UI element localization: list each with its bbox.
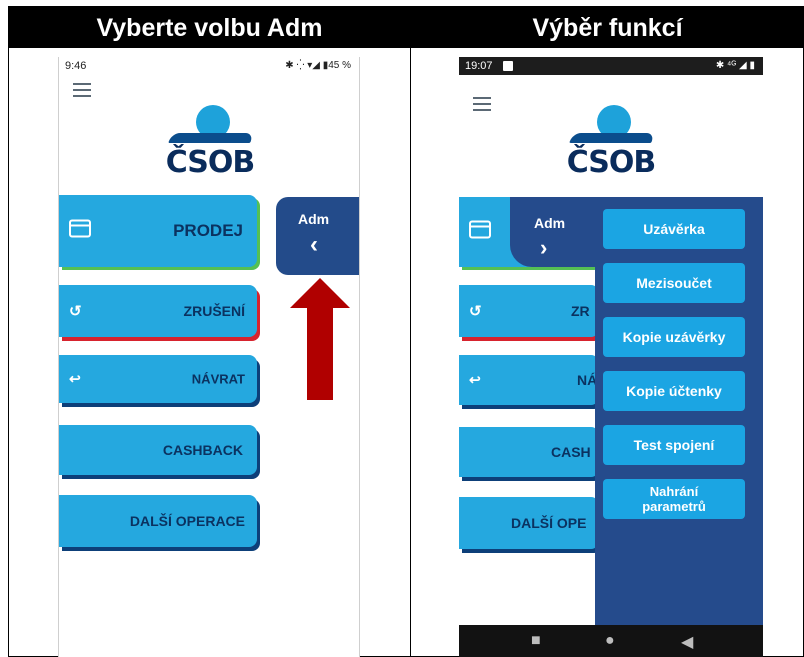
card-icon: [469, 220, 491, 244]
back-arrow-icon: ↩: [469, 371, 481, 388]
dalsi-operace-label: DALŠÍ OPE: [511, 515, 587, 531]
logo-text: ČSOB: [165, 145, 256, 180]
zruseni-label: ZRUŠENÍ: [183, 303, 245, 319]
cashback-button[interactable]: CASH: [459, 427, 599, 477]
logo-text: ČSOB: [566, 145, 657, 180]
notification-icon: [503, 61, 513, 71]
dalsi-operace-label: DALŠÍ OPERACE: [129, 513, 245, 529]
chevron-right-icon: ›: [540, 235, 548, 260]
status-time: 9:46: [65, 60, 87, 72]
uzaverka-button[interactable]: Uzávěrka: [603, 209, 745, 249]
cashback-label: CASHBACK: [162, 442, 243, 458]
cashback-label: CASH: [551, 444, 591, 460]
navrat-button[interactable]: ↩ NÁ: [459, 355, 599, 405]
red-arrow-icon: [290, 278, 350, 400]
home-icon[interactable]: ●: [605, 632, 615, 650]
back-arrow-icon: ↩: [69, 370, 81, 387]
prodej-button[interactable]: PRODEJ: [59, 195, 257, 267]
zruseni-button[interactable]: ↺ ZR: [459, 285, 599, 337]
chevron-left-icon: ‹: [310, 231, 318, 258]
nahrani-parametru-button[interactable]: Nahrání parametrů: [603, 479, 745, 519]
android-nav-bar: ■ ● ◀: [459, 625, 763, 657]
test-spojeni-button[interactable]: Test spojení: [603, 425, 745, 465]
adm-label: Adm: [298, 211, 330, 227]
adm-label: Adm: [534, 215, 566, 231]
status-icons: ✱ ⁛ ▾◢ ▮45 %: [285, 60, 351, 71]
dalsi-operace-button[interactable]: DALŠÍ OPERACE: [59, 495, 257, 547]
status-time: 19:07: [465, 60, 493, 72]
recents-icon[interactable]: ■: [531, 632, 541, 650]
right-header: Výběr funkcí: [532, 14, 683, 42]
cashback-button[interactable]: CASHBACK: [59, 425, 257, 475]
kopie-uzaverky-button[interactable]: Kopie uzávěrky: [603, 317, 745, 357]
kopie-uctenky-button[interactable]: Kopie účtenky: [603, 371, 745, 411]
hamburger-icon[interactable]: [473, 97, 491, 115]
prodej-label: PRODEJ: [173, 221, 243, 240]
column-divider: [410, 48, 411, 657]
adm-tab[interactable]: Adm ‹: [276, 197, 359, 275]
status-bar: 9:46 ✱ ⁛ ▾◢ ▮45 %: [59, 57, 359, 75]
navrat-button[interactable]: ↩ NÁVRAT: [59, 355, 257, 403]
status-icons: ✱ ⁴ᴳ ◢ ▮: [715, 60, 755, 71]
phone-screen-right: 19:07 ✱ ⁴ᴳ ◢ ▮ ČSOB ↺ ZR ↩ NÁ CASH DALŠÍ…: [459, 57, 763, 657]
back-icon[interactable]: ◀: [681, 632, 693, 652]
undo-icon: ↺: [469, 303, 482, 320]
undo-icon: ↺: [69, 303, 82, 320]
status-bar: 19:07 ✱ ⁴ᴳ ◢ ▮: [459, 57, 763, 75]
csob-logo: ČSOB: [561, 105, 661, 185]
hamburger-icon[interactable]: [73, 83, 91, 101]
dalsi-operace-button[interactable]: DALŠÍ OPE: [459, 497, 599, 549]
zruseni-button[interactable]: ↺ ZRUŠENÍ: [59, 285, 257, 337]
left-header: Vyberte volbu Adm: [96, 14, 323, 42]
adm-menu-panel: Uzávěrka Mezisoučet Kopie uzávěrky Kopie…: [595, 197, 763, 625]
zruseni-label: ZR: [571, 303, 590, 319]
mezisoucet-button[interactable]: Mezisoučet: [603, 263, 745, 303]
navrat-label: NÁVRAT: [191, 371, 245, 387]
card-icon: [69, 219, 91, 243]
csob-logo: ČSOB: [160, 105, 260, 185]
